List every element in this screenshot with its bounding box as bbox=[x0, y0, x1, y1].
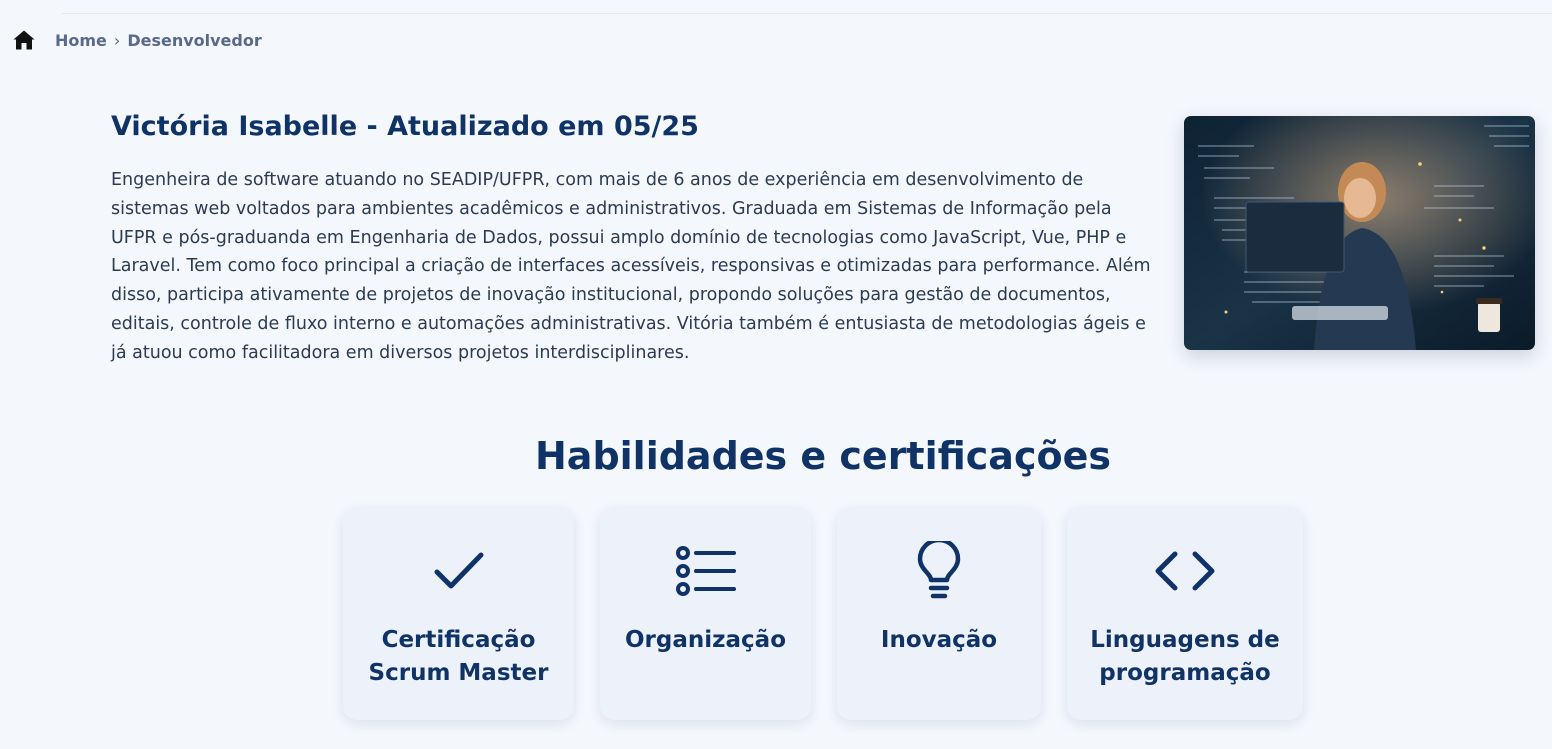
skill-card-label: Organização bbox=[625, 627, 786, 653]
skill-card-inovacao: Inovação bbox=[837, 507, 1041, 720]
page-title: Victória Isabelle - Atualizado em 05/25 bbox=[111, 111, 699, 142]
breadcrumb-current: Desenvolvedor bbox=[127, 30, 262, 50]
skill-card-label: Certificação Scrum Master bbox=[368, 627, 549, 686]
skill-card-scrum-master: Certificação Scrum Master bbox=[343, 507, 574, 720]
home-icon[interactable] bbox=[12, 28, 36, 52]
skill-card-linguagens: Linguagens de programação bbox=[1067, 507, 1303, 720]
developer-photo bbox=[1184, 116, 1535, 350]
profile-description: Engenheira de software atuando no SEADIP… bbox=[111, 170, 1151, 363]
checkmark-icon bbox=[343, 539, 574, 603]
breadcrumb: Home › Desenvolvedor bbox=[12, 28, 262, 52]
code-icon bbox=[1067, 539, 1303, 603]
page: Home › Desenvolvedor Victória Isabelle -… bbox=[0, 0, 1552, 749]
breadcrumb-separator: › bbox=[113, 30, 121, 50]
header-divider bbox=[62, 13, 1552, 14]
skill-card-label: Inovação bbox=[880, 627, 998, 653]
skills-heading: Habilidades e certificações bbox=[535, 434, 1111, 478]
skill-card-label: Linguagens de programação bbox=[1090, 627, 1280, 686]
skill-card-organizacao: Organização bbox=[600, 507, 811, 720]
lightbulb-icon bbox=[837, 539, 1041, 603]
breadcrumb-home-link[interactable]: Home bbox=[55, 31, 107, 50]
list-icon bbox=[600, 539, 811, 603]
